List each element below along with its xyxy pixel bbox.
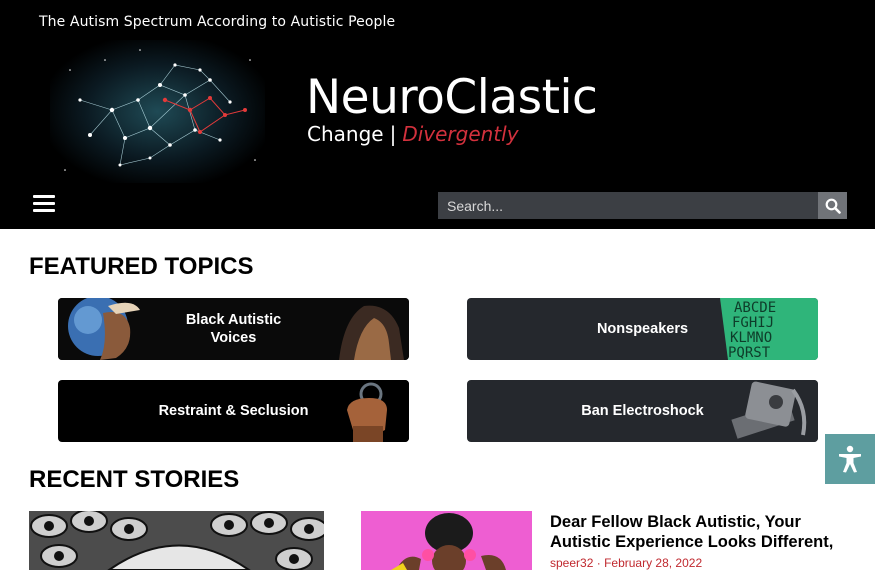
constellation-logo-art[interactable] <box>50 40 265 183</box>
subtitle-change: Change <box>307 122 384 146</box>
topic-nonspeakers[interactable]: ABCDE FGHIJ KLMNO PQRST Nonspeakers <box>467 298 818 360</box>
topic-label: Restraint & Seclusion <box>158 403 309 419</box>
subtitle-separator: | <box>389 122 397 146</box>
raised-fist-icon <box>329 380 409 442</box>
meta-separator: · <box>596 556 601 570</box>
site-tagline: The Autism Spectrum According to Autisti… <box>39 14 396 30</box>
story-thumbnail-headphones[interactable] <box>361 511 532 570</box>
site-brand-title[interactable]: NeuroClastic <box>306 70 598 126</box>
hamburger-menu-icon[interactable] <box>33 195 55 215</box>
story-meta: speer32 · February 28, 2022 <box>550 556 702 570</box>
featured-topics-heading: FEATURED TOPICS <box>29 253 254 280</box>
topic-black-autistic-voices[interactable]: Black Autistic Voices <box>58 298 409 360</box>
topic-label: Black Autistic Voices <box>185 312 282 346</box>
electroshock-device-illustration <box>708 380 818 442</box>
topic-label: Nonspeakers <box>596 321 689 337</box>
eyes-pattern-illustration <box>29 511 324 570</box>
subtitle-divergently: Divergently <box>402 122 519 146</box>
figure-illustration <box>319 298 409 360</box>
search-input[interactable] <box>438 192 818 219</box>
person-headphones-illustration <box>361 511 532 570</box>
svg-text:FGHIJ: FGHIJ <box>732 315 774 331</box>
search-button[interactable] <box>818 192 847 219</box>
woman-portrait-illustration <box>58 298 148 360</box>
topic-label: Ban Electroshock <box>581 403 704 419</box>
story-thumbnail-eyes[interactable] <box>29 511 324 570</box>
story-date: February 28, 2022 <box>604 556 703 570</box>
site-brand-subtitle: Change | Divergently <box>307 122 519 146</box>
recent-stories-heading: RECENT STORIES <box>29 466 240 493</box>
search-icon <box>825 198 841 214</box>
svg-text:ABCDE: ABCDE <box>734 300 776 316</box>
letter-board-illustration: ABCDE FGHIJ KLMNO PQRST <box>720 298 818 360</box>
topic-restraint-seclusion[interactable]: Restraint & Seclusion <box>58 380 409 442</box>
svg-text:PQRST: PQRST <box>728 345 771 360</box>
accessibility-icon <box>839 445 861 473</box>
story-author-link[interactable]: speer32 <box>550 556 593 570</box>
story-title[interactable]: Dear Fellow Black Autistic, Your Autisti… <box>550 512 850 552</box>
site-header: The Autism Spectrum According to Autisti… <box>0 0 875 229</box>
topic-ban-electroshock[interactable]: Ban Electroshock <box>467 380 818 442</box>
svg-text:KLMNO: KLMNO <box>730 330 772 346</box>
accessibility-button[interactable] <box>825 434 875 484</box>
